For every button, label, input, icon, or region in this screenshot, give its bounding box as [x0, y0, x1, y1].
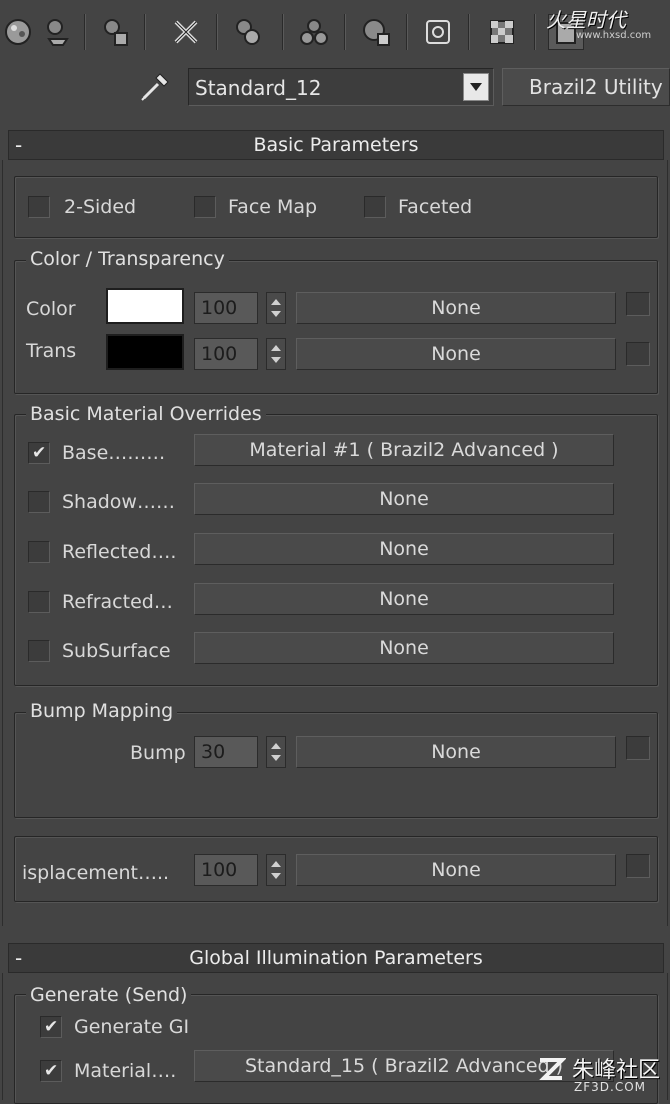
generate-send-title: Generate (Send) [26, 984, 192, 1006]
material-name-dropdown[interactable]: Standard_12 [188, 68, 494, 106]
show-map-icon[interactable] [420, 14, 456, 50]
base-override-checkbox[interactable]: ✔ [28, 442, 50, 464]
color-transparency-title: Color / Transparency [26, 248, 229, 270]
color-amount-arrows[interactable] [266, 292, 286, 324]
basic-parameters-header[interactable]: - Basic Parameters [8, 130, 664, 160]
unique-material-icon[interactable] [296, 14, 332, 50]
generate-gi-checkbox[interactable]: ✔ [40, 1016, 62, 1038]
faceted-checkbox[interactable] [364, 196, 386, 218]
face-map-label: Face Map [228, 196, 318, 218]
bump-label: Bump [130, 742, 186, 764]
eyedropper-icon[interactable] [138, 68, 174, 104]
shadow-override-label: Shadow…… [62, 491, 175, 513]
trans-map-checkbox[interactable] [626, 342, 650, 366]
bump-mapping-title: Bump Mapping [26, 700, 178, 722]
reflected-override-button[interactable]: None [194, 533, 614, 565]
watermark-bottom-url: ZF3D.COM [574, 1080, 646, 1094]
gi-material-label: Material…. [74, 1060, 177, 1082]
trans-amount-spinner[interactable]: 100 [194, 338, 258, 370]
background-icon[interactable] [484, 14, 520, 50]
watermark-top-text: 火星时代 [546, 8, 626, 32]
basic-parameters-title: Basic Parameters [253, 134, 419, 156]
color-transparency-group [14, 260, 658, 394]
color-amount-spinner[interactable]: 100 [194, 292, 258, 324]
check-icon: ✔ [44, 1061, 59, 1081]
bump-map-checkbox[interactable] [626, 736, 650, 760]
subsurface-override-label: SubSurface [62, 640, 171, 662]
collapse-icon[interactable]: - [15, 944, 22, 972]
trans-amount-arrows[interactable] [266, 338, 286, 370]
base-override-label: Base……… [62, 442, 166, 464]
subsurface-override-checkbox[interactable] [28, 640, 50, 662]
copy-material-icon[interactable] [230, 14, 266, 50]
faceted-label: Faceted [398, 196, 473, 218]
bump-amount-spinner[interactable]: 30 [194, 736, 258, 768]
displacement-map-checkbox[interactable] [626, 854, 650, 878]
bump-amount-arrows[interactable] [266, 736, 286, 768]
color-label: Color [26, 298, 76, 320]
watermark-logo-top: 火星时代 www.hxsd.com [546, 4, 670, 44]
subsurface-override-button[interactable]: None [194, 632, 614, 664]
displacement-amount-spinner[interactable]: 100 [194, 854, 258, 886]
trans-label: Trans [26, 340, 77, 362]
watermark-top-url: www.hxsd.com [576, 30, 652, 41]
chevron-down-icon[interactable] [463, 73, 489, 101]
watermark-logo-bottom: 朱峰社区 ZF3D.COM [536, 1052, 670, 1096]
sphere-icon[interactable] [0, 14, 36, 50]
material-name-text: Standard_12 [195, 76, 322, 100]
face-map-checkbox[interactable] [194, 196, 216, 218]
refracted-override-checkbox[interactable] [28, 591, 50, 613]
material-effects-icon[interactable] [358, 14, 394, 50]
refracted-override-label: Refracted… [62, 591, 173, 613]
generate-gi-label: Generate GI [74, 1016, 190, 1038]
shadow-override-button[interactable]: None [194, 483, 614, 515]
displacement-amount-arrows[interactable] [266, 854, 286, 886]
get-material-icon[interactable] [40, 14, 76, 50]
bump-map-button[interactable]: None [296, 736, 616, 768]
displacement-map-button[interactable]: None [296, 854, 616, 886]
refracted-override-button[interactable]: None [194, 583, 614, 615]
shadow-override-checkbox[interactable] [28, 491, 50, 513]
color-map-checkbox[interactable] [626, 292, 650, 316]
displacement-label: isplacement….. [22, 862, 170, 884]
watermark-z-icon [536, 1054, 567, 1084]
gi-parameters-header[interactable]: - Global Illumination Parameters [8, 943, 664, 973]
delete-icon[interactable] [168, 14, 204, 50]
collapse-icon[interactable]: - [15, 131, 22, 159]
material-type-button[interactable]: Brazil2 Utility [502, 68, 670, 106]
material-overrides-title: Basic Material Overrides [26, 403, 266, 425]
color-map-button[interactable]: None [296, 292, 616, 324]
reflected-override-checkbox[interactable] [28, 541, 50, 563]
base-override-button[interactable]: Material #1 ( Brazil2 Advanced ) [194, 434, 614, 466]
color-swatch[interactable] [106, 288, 184, 324]
trans-swatch[interactable] [106, 334, 184, 370]
trans-map-button[interactable]: None [296, 338, 616, 370]
reflected-override-label: Reflected…. [62, 541, 177, 563]
put-to-scene-icon[interactable] [98, 14, 134, 50]
two-sided-label: 2-Sided [64, 196, 137, 218]
two-sided-checkbox[interactable] [28, 196, 50, 218]
check-icon: ✔ [32, 443, 47, 463]
check-icon: ✔ [44, 1017, 59, 1037]
gi-parameters-title: Global Illumination Parameters [189, 947, 483, 969]
gi-material-checkbox[interactable]: ✔ [40, 1060, 62, 1082]
